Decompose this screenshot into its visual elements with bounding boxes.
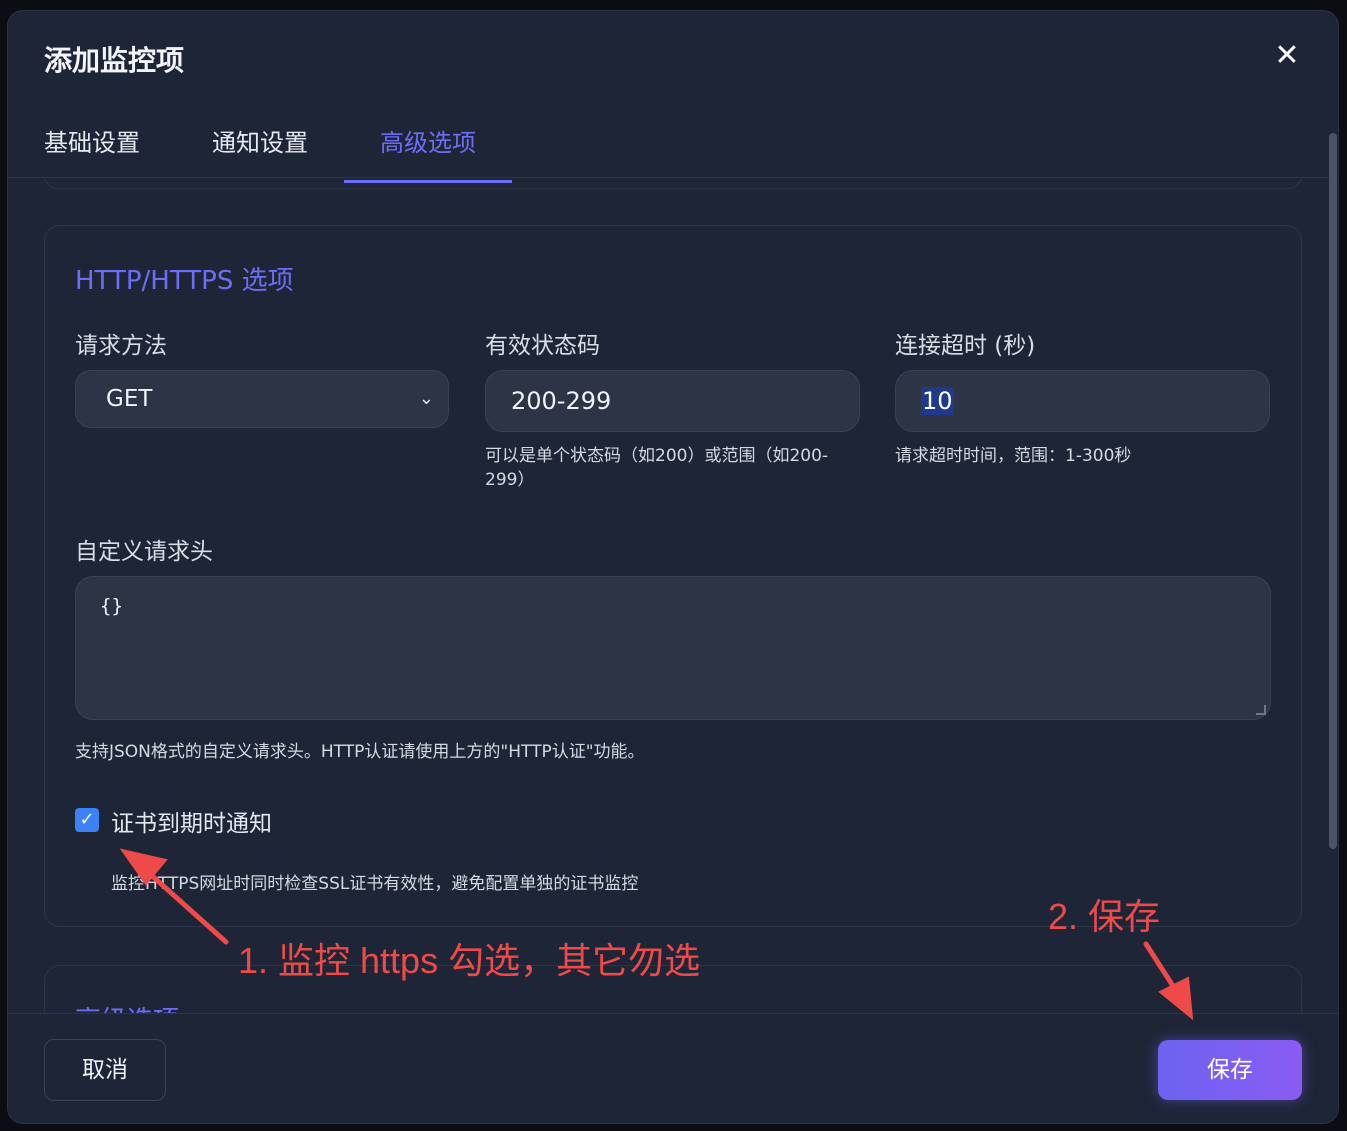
annotation-step-2: 2. 保存: [1048, 896, 1161, 937]
timeout-input[interactable]: 10: [895, 370, 1270, 432]
cert-notify-hint: 监控HTTPS网址时同时检查SSL证书有效性，避免配置单独的证书监控: [111, 874, 639, 894]
cancel-button[interactable]: 取消: [44, 1039, 166, 1101]
tab-advanced-options[interactable]: 高级选项: [344, 123, 512, 183]
dialog-footer: 取消 保存: [8, 1013, 1338, 1123]
status-code-label: 有效状态码: [485, 333, 600, 359]
headers-hint: 支持JSON格式的自定义请求头。HTTP认证请使用上方的"HTTP认证"功能。: [75, 742, 645, 762]
cert-notify-checkbox[interactable]: ✓: [75, 808, 99, 832]
status-code-hint: 可以是单个状态码（如200）或范围（如200-299）: [485, 446, 829, 490]
headers-label: 自定义请求头: [75, 539, 213, 565]
tab-basic-settings[interactable]: 基础设置: [44, 123, 140, 180]
headers-value: {}: [100, 595, 123, 617]
http-options-card: HTTP/HTTPS 选项 请求方法 有效状态码 连接超时 (秒) GET ⌄ …: [44, 225, 1302, 927]
annotation-step-1: 1. 监控 https 勾选，其它勿选: [238, 940, 701, 981]
status-code-input[interactable]: 200-299: [485, 370, 860, 432]
scrollbar-thumb[interactable]: [1329, 133, 1337, 849]
timeout-value: 10: [921, 387, 954, 415]
status-code-value: 200-299: [511, 387, 612, 415]
advanced-options-title: 高级选项: [75, 1000, 179, 1013]
chevron-down-icon: ⌄: [418, 388, 434, 409]
dialog-title: 添加监控项: [44, 44, 185, 77]
method-select[interactable]: GET ⌄: [75, 370, 449, 428]
http-options-title: HTTP/HTTPS 选项: [75, 266, 294, 296]
tab-bar: 基础设置 通知设置 高级选项: [8, 111, 1338, 183]
tab-notification-settings[interactable]: 通知设置: [212, 123, 308, 180]
close-icon[interactable]: ✕: [1272, 41, 1302, 71]
headers-textarea[interactable]: {}: [75, 576, 1271, 720]
previous-card-edge: [44, 179, 1302, 189]
timeout-label: 连接超时 (秒): [895, 333, 1036, 359]
method-label: 请求方法: [75, 333, 167, 359]
resize-handle-icon[interactable]: [1256, 705, 1266, 715]
cert-notify-label[interactable]: 证书到期时通知: [111, 804, 272, 838]
save-button[interactable]: 保存: [1158, 1040, 1302, 1100]
timeout-hint: 请求超时时间，范围：1-300秒: [895, 446, 1132, 466]
method-value: GET: [106, 386, 153, 412]
